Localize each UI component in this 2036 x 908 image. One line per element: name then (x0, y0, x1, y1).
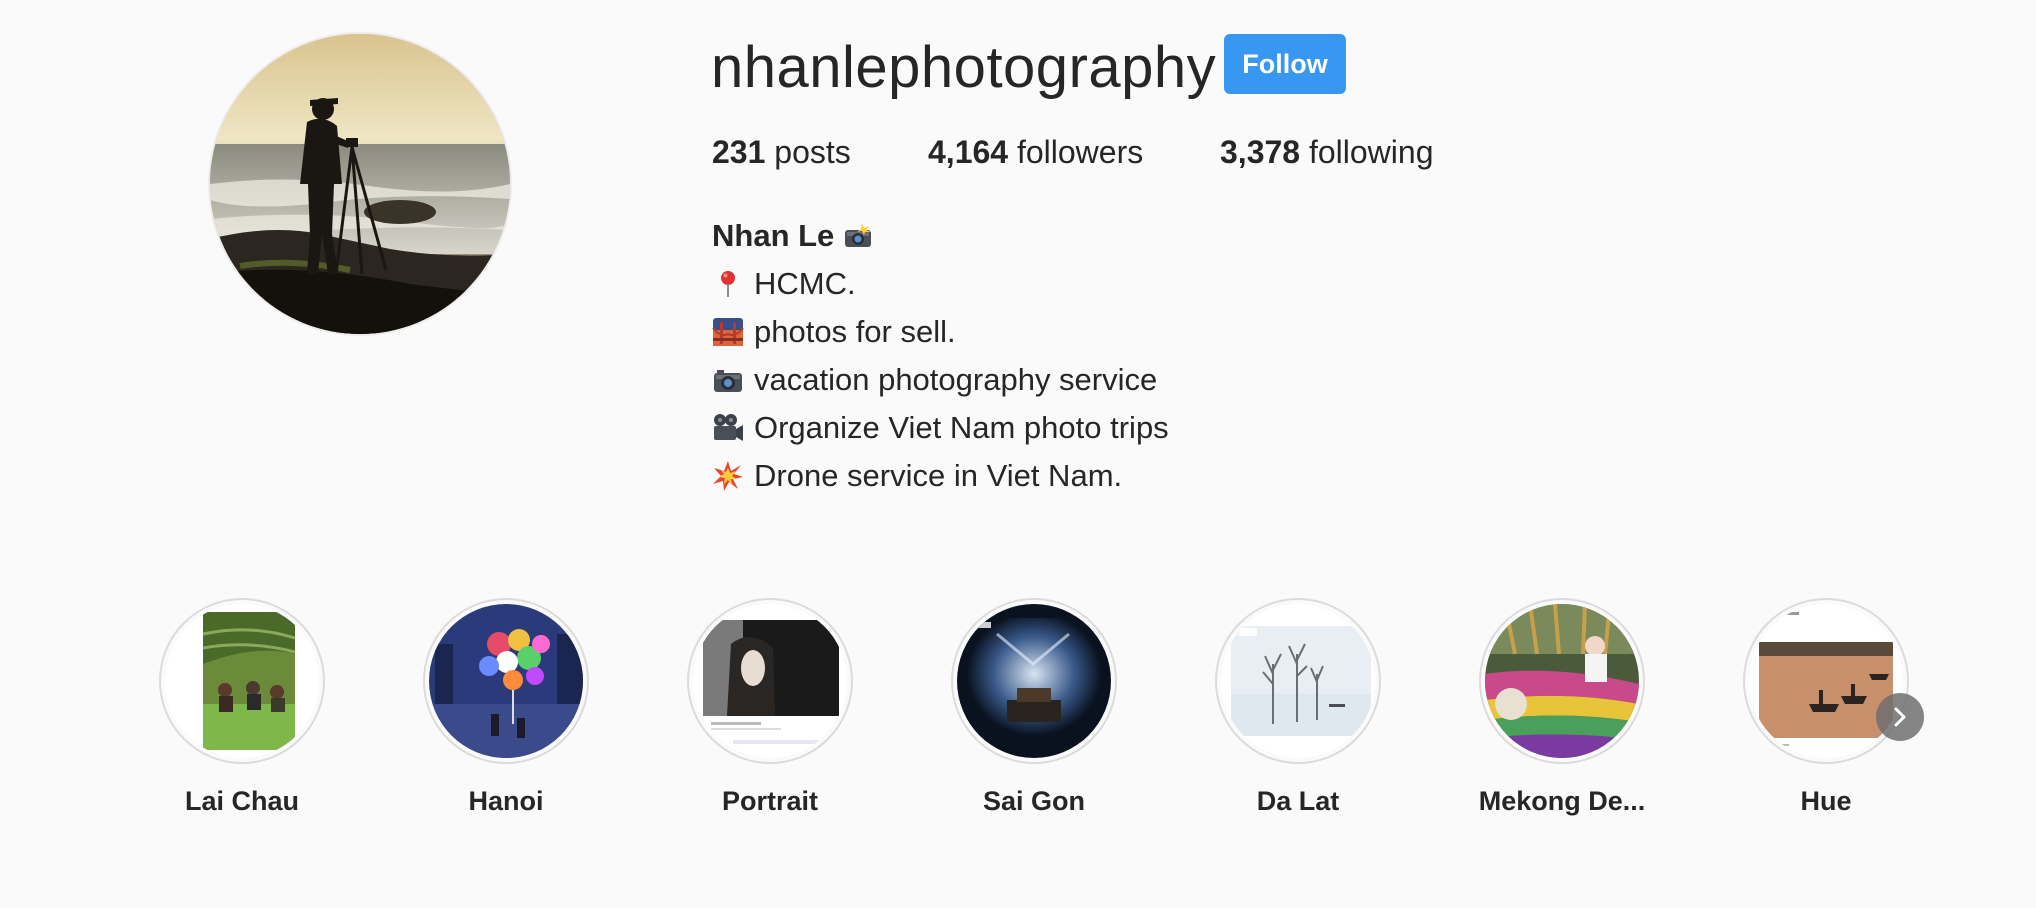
bio-line-text: vacation photography service (754, 362, 1158, 397)
posts-count-value: 231 (712, 134, 766, 170)
bio-line-text: photos for sell. (754, 314, 956, 349)
highlight-ring (1479, 598, 1645, 764)
highlight-cover (165, 604, 319, 758)
highlight-cover (1749, 604, 1903, 758)
highlight-cover (957, 604, 1111, 758)
posts-count-label: posts (774, 134, 851, 170)
highlight-ring (1215, 598, 1381, 764)
highlight-ring (423, 598, 589, 764)
highlight-ring (951, 598, 1117, 764)
camera-flash-icon (842, 220, 874, 252)
bio-line-text: HCMC. (754, 266, 856, 301)
highlight-sai-gon[interactable]: Sai Gon (934, 598, 1134, 817)
chevron-right-icon (1894, 707, 1906, 727)
following-count-label: following (1308, 134, 1434, 170)
profile-avatar[interactable] (210, 34, 510, 334)
highlight-cover (693, 604, 847, 758)
followers-count-label: followers (1016, 134, 1144, 170)
sunset-bridge-icon (712, 316, 744, 348)
highlight-label: Hanoi (468, 786, 544, 816)
followers-link[interactable]: 4,164 followers (928, 130, 1143, 174)
highlight-cover (1221, 604, 1375, 758)
highlight-cover (429, 604, 583, 758)
highlight-label: Sai Gon (982, 786, 1085, 816)
highlight-ring (1743, 598, 1909, 764)
highlight-hanoi[interactable]: Hanoi (406, 598, 606, 817)
bio-name-line: Nhan Le (712, 212, 1169, 260)
highlight-lai-chau[interactable]: Lai Chau (142, 598, 342, 817)
follow-button[interactable]: Follow (1224, 34, 1346, 94)
round-pushpin-icon (712, 268, 744, 300)
highlights-next-button[interactable] (1876, 693, 1924, 741)
profile-username: nhanlephotography (711, 35, 1217, 100)
highlight-ring (687, 598, 853, 764)
highlight-portrait[interactable]: Portrait (670, 598, 870, 817)
collision-icon (712, 460, 744, 492)
movie-camera-icon (712, 412, 744, 444)
bio-line-photos: photos for sell. (712, 308, 1169, 356)
bio-line-trips: Organize Viet Nam photo trips (712, 404, 1169, 452)
profile-bio: Nhan Le HCMC. photos for sell. vacation … (712, 212, 1169, 500)
bio-line-location: HCMC. (712, 260, 1169, 308)
highlight-label: Portrait (721, 786, 819, 816)
profile-full-name: Nhan Le (712, 218, 835, 253)
bio-line-drone: Drone service in Viet Nam. (712, 452, 1169, 500)
bio-line-text: Organize Viet Nam photo trips (754, 410, 1169, 445)
highlight-label: Mekong De... (1478, 786, 1646, 816)
story-highlights: Lai Chau Hanoi Portrait Sai Gon Da Lat M… (0, 598, 2036, 838)
highlight-da-lat[interactable]: Da Lat (1198, 598, 1398, 817)
followers-count-value: 4,164 (928, 134, 1009, 170)
following-link[interactable]: 3,378 following (1220, 130, 1433, 174)
highlight-ring (159, 598, 325, 764)
highlight-cover (1485, 604, 1639, 758)
posts-count: 231 posts (712, 130, 851, 174)
highlight-label: Lai Chau (184, 786, 299, 816)
highlight-label: Da Lat (1256, 786, 1340, 816)
camera-icon (712, 364, 744, 396)
bio-line-text: Drone service in Viet Nam. (754, 458, 1123, 493)
following-count-value: 3,378 (1220, 134, 1301, 170)
bio-line-vacation: vacation photography service (712, 356, 1169, 404)
highlight-label: Hue (1800, 786, 1852, 816)
highlight-mekong-delta[interactable]: Mekong De... (1462, 598, 1662, 817)
